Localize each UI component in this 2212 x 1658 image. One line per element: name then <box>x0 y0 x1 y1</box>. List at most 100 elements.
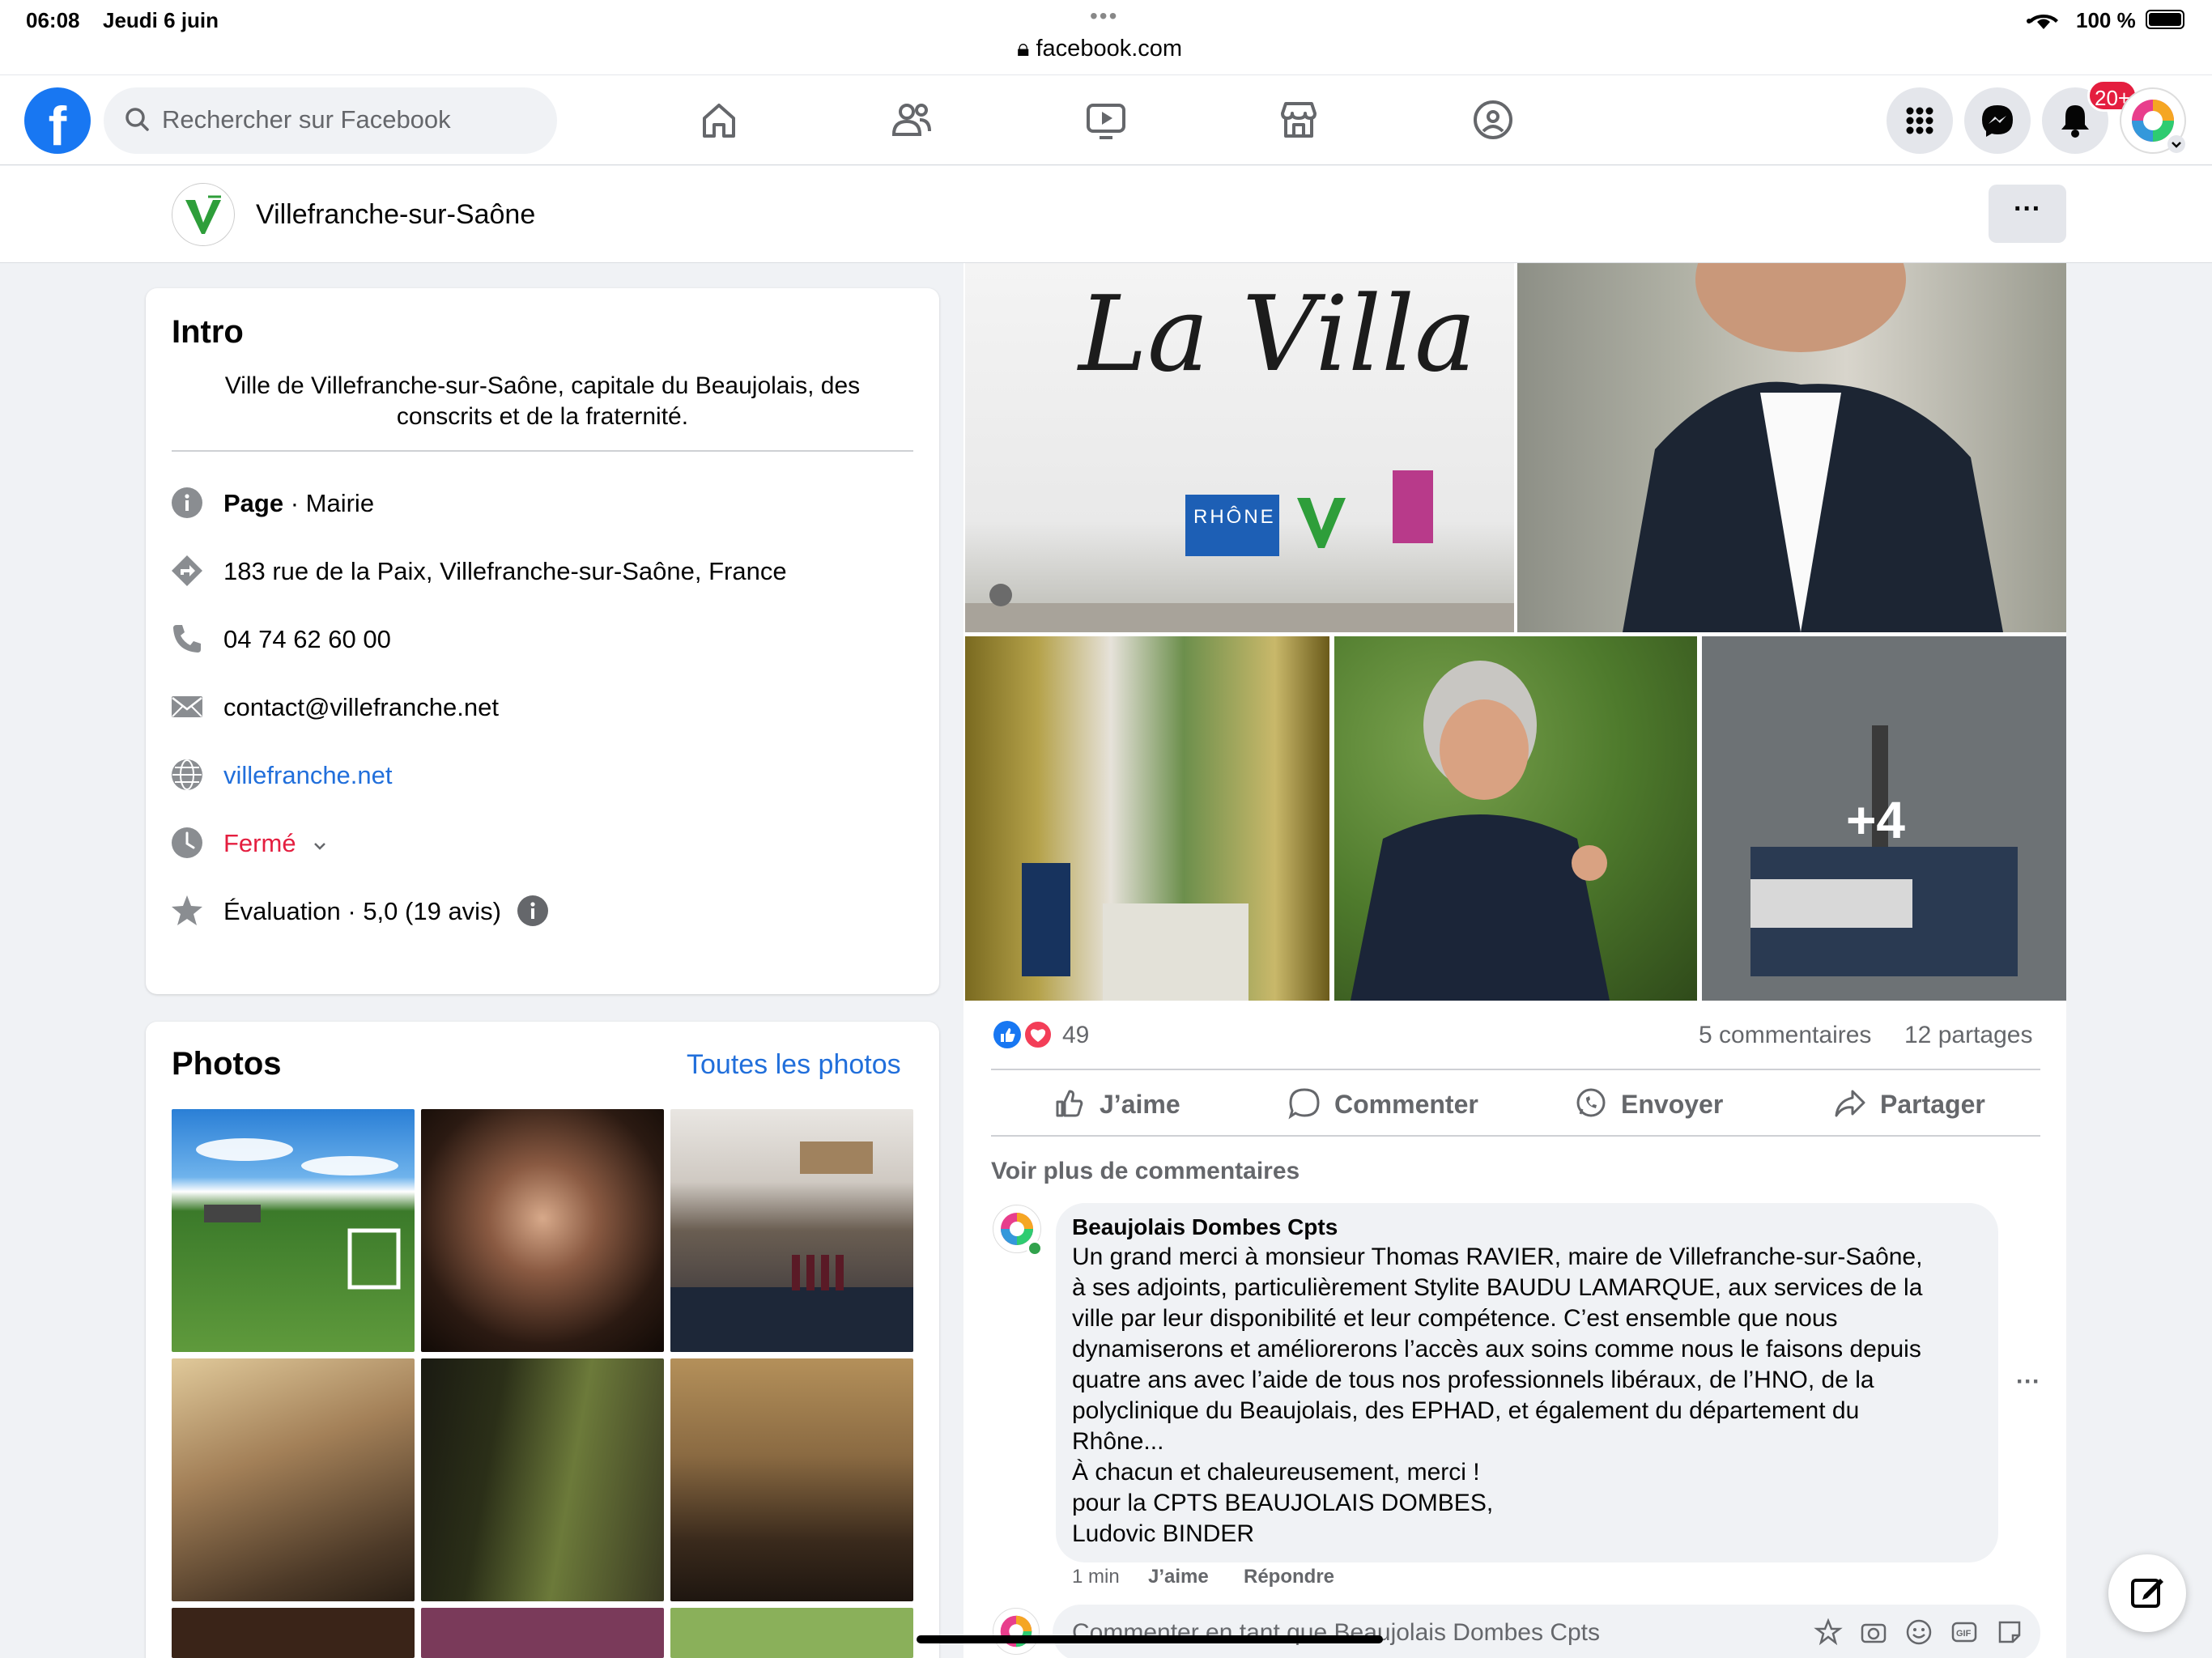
phone-icon <box>173 625 201 653</box>
home-icon[interactable] <box>695 96 743 144</box>
comment-line: quatre ans avec l’aide de tous nos profe… <box>1072 1367 1874 1393</box>
send-label: Envoyer <box>1621 1090 1724 1119</box>
more-options-button[interactable]: ··· <box>1989 185 2066 243</box>
football-field-image <box>196 1138 401 1290</box>
la-villa-sign-text: La Villa <box>1078 274 1477 395</box>
photo-thumbnail[interactable] <box>172 1358 415 1601</box>
search-input[interactable]: Rechercher sur Facebook <box>104 87 557 154</box>
share-arrow-icon <box>1835 1090 1865 1117</box>
page-title[interactable]: Villefranche-sur-Saône <box>256 199 535 231</box>
like-reaction-icon <box>993 1021 1021 1048</box>
comment-line: Ludovic BINDER <box>1072 1520 1255 1547</box>
email-address[interactable]: contact@villefranche.net <box>223 693 499 722</box>
photo-thumbnail[interactable] <box>172 1608 415 1658</box>
rating-info-icon[interactable] <box>517 895 549 927</box>
reactions-count[interactable]: 49 <box>1062 1022 1089 1049</box>
more-photos-count: +4 <box>1846 791 1905 849</box>
post-image-more[interactable]: +4 <box>1702 636 2066 1001</box>
browser-url[interactable]: 🔒︎ facebook.com <box>1017 36 1182 62</box>
comment-author[interactable]: Beaujolais Dombes Cpts <box>1072 1214 1338 1240</box>
facebook-logo-icon[interactable]: f <box>24 87 91 154</box>
comment-bubble-icon <box>1288 1088 1320 1120</box>
post-image-la-villa[interactable]: La Villa RHÔNE <box>965 263 1514 632</box>
speaker-image <box>1351 661 1610 1001</box>
battery-percentage: 100 % <box>2076 8 2136 32</box>
rating-text: Évaluation · 5,0 (19 avis) <box>223 897 501 925</box>
new-message-button[interactable] <box>2108 1554 2186 1632</box>
photo-thumbnail[interactable] <box>670 1109 913 1352</box>
chevron-down-icon[interactable] <box>2167 134 2186 154</box>
messenger-button[interactable] <box>1964 87 2031 154</box>
multitask-dots-icon[interactable]: ••• <box>1090 3 1118 29</box>
menu-grid-button[interactable] <box>1887 87 1953 154</box>
comments-count[interactable]: 5 commentaires <box>1699 1022 1871 1049</box>
see-all-photos-link[interactable]: Toutes les photos <box>687 1049 901 1081</box>
photos-title: Photos <box>172 1046 282 1082</box>
post-image-window[interactable] <box>965 636 1329 1001</box>
comment-line: ville par leur disponibilité et leur com… <box>1072 1305 1838 1332</box>
messenger-icon <box>1982 105 2013 137</box>
camera-icon[interactable] <box>1859 1618 1888 1647</box>
villefranche-logo-icon <box>185 195 221 234</box>
comment-options-button[interactable]: ··· <box>2016 1368 2040 1396</box>
online-status-dot <box>1027 1240 1043 1256</box>
menu-grid-icon <box>1906 107 1933 134</box>
rhone-logo-text: RHÔNE <box>1193 506 1276 528</box>
avatar-sticker-icon[interactable] <box>1814 1618 1843 1647</box>
friends-icon[interactable] <box>887 96 936 144</box>
share-label: Partager <box>1880 1090 1985 1119</box>
gif-icon[interactable]: GIF <box>1950 1618 1979 1647</box>
url-text: facebook.com <box>1036 36 1183 62</box>
post-image-speaker[interactable] <box>1334 636 1697 1001</box>
photo-thumbnail[interactable] <box>421 1608 664 1658</box>
man-in-suit-image <box>1623 263 2003 632</box>
email-icon <box>172 696 202 717</box>
love-reaction-icon <box>1023 1020 1053 1049</box>
compose-avatar[interactable] <box>993 1608 1040 1655</box>
comment-line: à ses adjoints, particulièrement Stylite… <box>1072 1274 1923 1301</box>
directions-icon <box>172 555 202 586</box>
status-date: Jeudi 6 juin <box>103 8 219 32</box>
shares-count[interactable]: 12 partages <box>1904 1022 2032 1049</box>
photo-thumbnail[interactable] <box>421 1358 664 1601</box>
intro-description-line: conscrits et de la fraternité. <box>396 403 689 430</box>
intro-description: Ville de Villefranche-sur-Saône, capital… <box>188 371 897 432</box>
wifi-icon <box>2027 15 2058 29</box>
hours-status[interactable]: Fermé <box>223 829 296 858</box>
compose-icon <box>2131 1579 2163 1608</box>
home-indicator[interactable] <box>917 1635 1383 1643</box>
website-link[interactable]: villefranche.net <box>223 761 393 790</box>
comment-line: Un grand merci à monsieur Thomas RAVIER,… <box>1072 1244 1923 1270</box>
address-text[interactable]: 183 rue de la Paix, Villefranche-sur-Saô… <box>223 557 787 586</box>
comment-line: Rhône... <box>1072 1428 1164 1455</box>
emoji-icon[interactable] <box>1904 1618 1933 1647</box>
photo-thumbnail[interactable] <box>172 1109 415 1352</box>
comment-text: Un grand merci à monsieur Thomas RAVIER,… <box>1072 1242 1922 1550</box>
phone-number[interactable]: 04 74 62 60 00 <box>223 625 391 654</box>
photo-thumbnail[interactable] <box>670 1358 913 1601</box>
photo-thumbnail[interactable] <box>670 1608 913 1658</box>
like-label: J’aime <box>1100 1090 1180 1119</box>
globe-icon <box>172 759 202 790</box>
chevron-down-icon[interactable] <box>311 837 329 855</box>
watch-video-icon[interactable] <box>1082 96 1130 144</box>
post-image-portrait[interactable] <box>1517 263 2066 632</box>
groups-icon[interactable] <box>1469 96 1517 144</box>
comment-line: dynamiserons et améliorerons l’accès aux… <box>1072 1336 1921 1363</box>
search-icon <box>125 108 149 131</box>
window-chair-image <box>1022 863 1249 1001</box>
intro-description-line: Ville de Villefranche-sur-Saône, capital… <box>224 372 861 399</box>
page-logo[interactable] <box>172 183 235 246</box>
photo-thumbnail[interactable] <box>421 1109 664 1352</box>
star-icon <box>172 895 202 925</box>
comment-like-button[interactable]: J’aime <box>1148 1566 1209 1588</box>
svg-text:GIF: GIF <box>1956 1629 1972 1639</box>
lock-icon: 🔒︎ <box>1017 36 1036 62</box>
comment-input[interactable]: Commenter en tant que Beaujolais Dombes … <box>1053 1605 2040 1658</box>
market-stand-image <box>670 1141 913 1352</box>
comment-reply-button[interactable]: Répondre <box>1244 1566 1334 1588</box>
marketplace-icon[interactable] <box>1274 96 1323 144</box>
status-time: 06:08 <box>26 8 80 32</box>
sticker-icon[interactable] <box>1995 1618 2024 1647</box>
see-more-comments-link[interactable]: Voir plus de commentaires <box>991 1158 1300 1185</box>
